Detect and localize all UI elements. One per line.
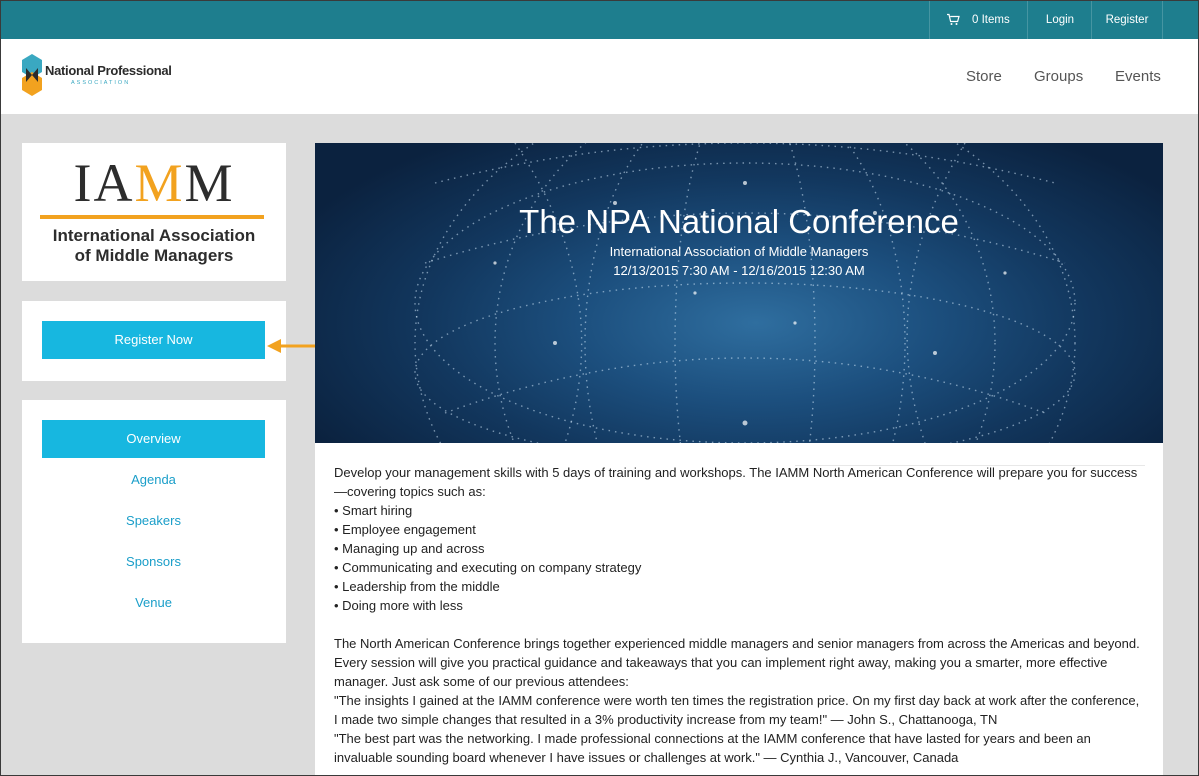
- topic-item: • Employee engagement: [334, 522, 476, 537]
- menu-venue[interactable]: Venue: [42, 584, 265, 622]
- event-organizer: International Association of Middle Mana…: [609, 244, 869, 259]
- iamm-logo-underline: [40, 215, 264, 219]
- menu-sponsors[interactable]: Sponsors: [42, 543, 265, 581]
- event-dates: 12/13/2015 7:30 AM - 12/16/2015 12:30 AM: [613, 263, 865, 278]
- npa-logo-icon[interactable]: [22, 54, 42, 96]
- site-logo-subtitle: ASSOCIATION: [71, 80, 131, 86]
- cart-link[interactable]: 0 Items: [929, 1, 1028, 39]
- register-card: Register Now: [22, 301, 286, 381]
- nav-events[interactable]: Events: [1115, 68, 1161, 85]
- org-name: International Association of Middle Mana…: [32, 226, 276, 266]
- register-now-button[interactable]: Register Now: [42, 321, 265, 359]
- topic-item: • Smart hiring: [334, 503, 413, 518]
- body-paragraph: The North American Conference brings tog…: [334, 636, 1140, 689]
- nav-store[interactable]: Store: [966, 68, 1002, 85]
- menu-speakers[interactable]: Speakers: [42, 502, 265, 540]
- menu-agenda[interactable]: Agenda: [42, 461, 265, 499]
- org-name-line2: of Middle Managers: [74, 246, 234, 265]
- login-link[interactable]: Login: [1027, 1, 1092, 39]
- event-menu: Overview Agenda Speakers Sponsors Venue: [22, 400, 286, 643]
- topic-item: • Managing up and across: [334, 541, 485, 556]
- event-description: Develop your management skills with 5 da…: [315, 443, 1163, 775]
- register-link[interactable]: Register: [1091, 1, 1163, 39]
- intro-paragraph: Develop your management skills with 5 da…: [334, 465, 1138, 499]
- topic-item: • Doing more with less: [334, 598, 463, 613]
- cart-count: 0 Items: [972, 14, 1010, 26]
- topic-item: • Communicating and executing on company…: [334, 560, 642, 575]
- nav-groups[interactable]: Groups: [1034, 68, 1083, 85]
- site-logo-name[interactable]: National Professional: [45, 63, 172, 78]
- network-globe-image: [414, 143, 1076, 443]
- event-title: The NPA National Conference: [519, 203, 959, 240]
- menu-overview[interactable]: Overview: [42, 420, 265, 458]
- org-logo-card: IAMM International Association of Middle…: [22, 143, 286, 281]
- cart-icon: [947, 13, 960, 25]
- event-hero-banner: The NPA National Conference Internationa…: [315, 143, 1163, 443]
- site-header: National Professional ASSOCIATION Store …: [1, 39, 1198, 114]
- org-name-line1: International Association: [52, 226, 256, 245]
- topic-item: • Leadership from the middle: [334, 579, 500, 594]
- testimonial-quote: "The best part was the networking. I mad…: [334, 731, 1091, 765]
- iamm-logo: IAMM: [73, 153, 235, 213]
- page-frame: 0 Items Login Register National Professi…: [0, 0, 1199, 776]
- top-utility-bar: 0 Items Login Register: [1, 1, 1198, 39]
- testimonial-quote: "The insights I gained at the IAMM confe…: [334, 693, 1140, 727]
